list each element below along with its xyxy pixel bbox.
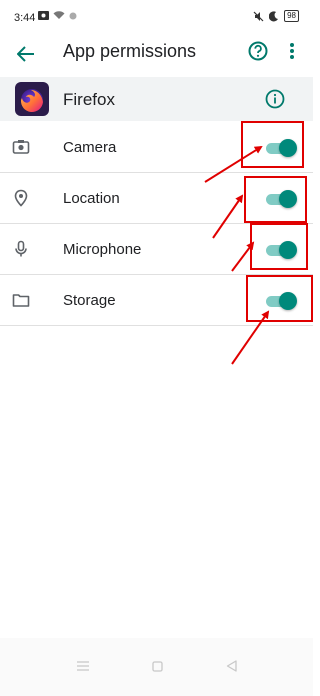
- toggle-thumb: [279, 292, 297, 310]
- app-info-button[interactable]: [264, 88, 286, 110]
- recents-button[interactable]: [71, 654, 95, 678]
- toggle-thumb: [279, 139, 297, 157]
- microphone-icon: [15, 240, 27, 257]
- home-button[interactable]: [145, 654, 169, 678]
- notification-icon: [38, 11, 49, 20]
- toggle-thumb: [279, 190, 297, 208]
- back-button[interactable]: [12, 40, 40, 68]
- folder-icon: [12, 294, 30, 307]
- info-icon: [265, 89, 285, 109]
- back-nav-button[interactable]: [219, 654, 243, 678]
- firefox-logo: [15, 82, 49, 116]
- app-header-row: Firefox: [0, 77, 313, 121]
- status-left-icons: [38, 11, 77, 20]
- menu-icon: [77, 661, 89, 671]
- permission-label: Microphone: [63, 241, 142, 258]
- app-name: Firefox: [63, 90, 115, 109]
- camera-icon: [12, 140, 30, 154]
- more-vert-icon: [290, 43, 294, 59]
- square-icon: [151, 660, 163, 672]
- status-right-icons: 98: [253, 10, 299, 22]
- storage-toggle[interactable]: [266, 292, 298, 310]
- microphone-toggle[interactable]: [266, 241, 298, 259]
- triangle-back-icon: [226, 660, 237, 672]
- wifi-icon: [53, 11, 65, 19]
- help-icon: [248, 41, 268, 61]
- permission-row-microphone[interactable]: Microphone: [0, 224, 313, 275]
- toggle-thumb: [279, 241, 297, 259]
- permission-row-location[interactable]: Location: [0, 173, 313, 224]
- mute-icon: [253, 11, 264, 21]
- more-options-button[interactable]: [284, 39, 300, 63]
- permission-row-storage[interactable]: Storage: [0, 275, 313, 326]
- help-button[interactable]: [246, 39, 270, 63]
- permission-label: Camera: [63, 139, 117, 156]
- sync-icon: [69, 12, 77, 19]
- arrow-back-icon: [17, 46, 34, 62]
- app-bar: App permissions: [0, 34, 313, 74]
- system-nav-bar: [0, 638, 313, 696]
- page-title: App permissions: [63, 41, 197, 61]
- camera-toggle[interactable]: [266, 139, 298, 157]
- permission-list: Camera Location Microphone Storage: [0, 122, 313, 326]
- permission-label: Storage: [63, 292, 116, 309]
- permission-row-camera[interactable]: Camera: [0, 122, 313, 173]
- location-toggle[interactable]: [266, 190, 298, 208]
- status-time: 3:44: [14, 12, 36, 24]
- location-pin-icon: [14, 189, 28, 207]
- battery-indicator: 98: [284, 10, 299, 22]
- moon-icon: [269, 10, 279, 21]
- status-bar: 3:44 98: [0, 0, 313, 34]
- permission-label: Location: [63, 190, 120, 207]
